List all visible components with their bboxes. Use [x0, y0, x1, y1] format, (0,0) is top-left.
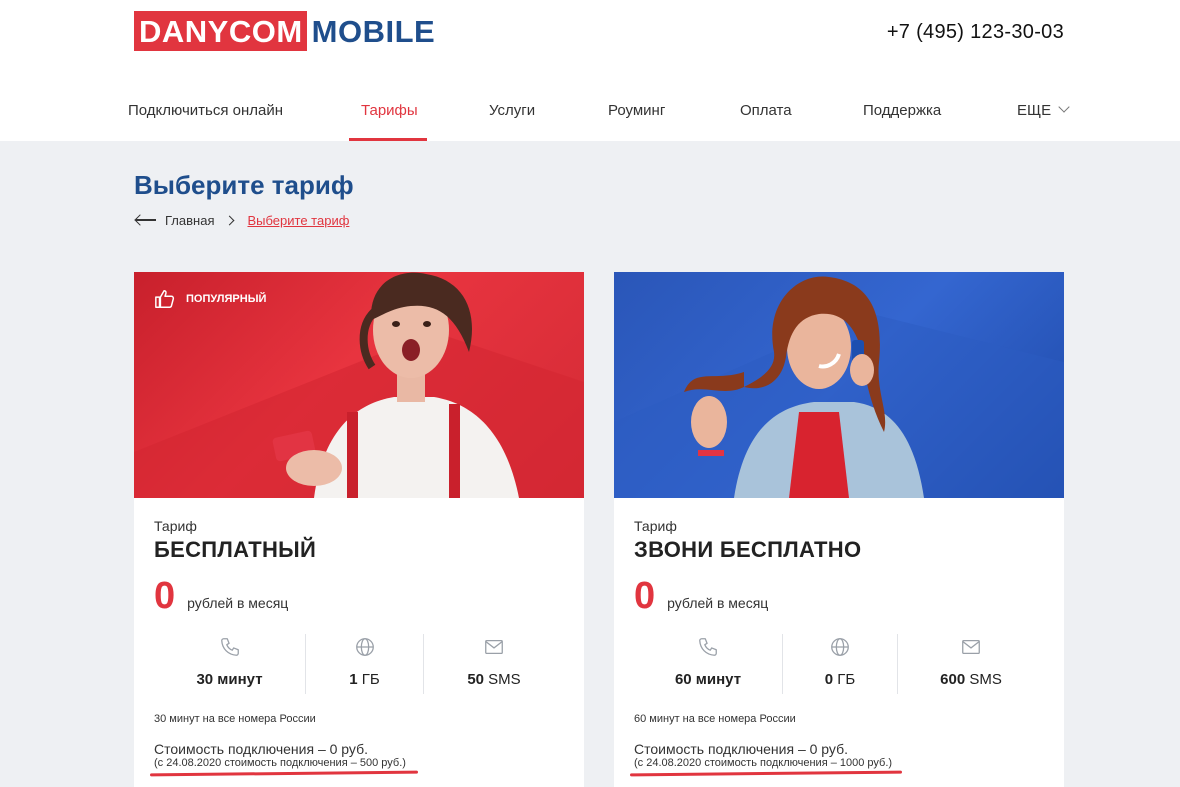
globe-icon: [831, 638, 849, 656]
tariff-note: 60 минут на все номера России: [634, 713, 796, 725]
mail-icon: [485, 639, 503, 655]
breadcrumb-home[interactable]: Главная: [165, 213, 214, 228]
minutes-value: 30: [196, 671, 214, 688]
connection-cost-note: (с 24.08.2020 стоимость подключения – 10…: [634, 757, 893, 769]
sms-unit: SMS: [969, 671, 1002, 688]
tariff-name: ЗВОНИ БЕСПЛАТНО: [634, 537, 862, 562]
feature-value: 0 ГБ: [783, 671, 897, 688]
connection-cost: Стоимость подключения – 0 руб.: [154, 741, 368, 757]
price-unit: рублей в месяц: [187, 595, 289, 611]
woman-on-phone-photo: [614, 276, 1064, 498]
breadcrumb-current[interactable]: Выберите тариф: [247, 213, 349, 228]
gb-value: 0: [824, 671, 834, 688]
tariff-card-image: ПОПУЛЯРНЫЙ: [134, 272, 584, 498]
gb-value: 1: [349, 671, 358, 688]
feature-value: 600 SMS: [898, 671, 1044, 688]
main-nav: Подключиться онлайн Тарифы Услуги Роумин…: [0, 86, 1180, 141]
chevron-down-icon: [1058, 101, 1070, 113]
page-title: Выберите тариф: [134, 170, 354, 200]
sms-unit: SMS: [488, 671, 521, 688]
tariff-features: 30 минут 1 ГБ 50 SMS: [154, 634, 564, 694]
feature-minutes: 60 минут: [634, 634, 782, 694]
popular-badge: ПОПУЛЯРНЫЙ: [154, 288, 266, 310]
nav-payment[interactable]: Оплата: [740, 102, 792, 119]
connection-cost-note: (с 24.08.2020 стоимость подключения – 50…: [154, 757, 406, 769]
feature-value: 30 минут: [154, 671, 305, 688]
tariff-card-image: [614, 272, 1064, 498]
minutes-unit: минут: [217, 671, 263, 688]
site-header: DANYCOM MOBILE +7 (495) 123-30-03 Подклю…: [0, 0, 1180, 141]
tariff-label: Тариф: [634, 518, 677, 534]
gb-unit: ГБ: [361, 671, 380, 688]
phone-number[interactable]: +7 (495) 123-30-03: [887, 21, 1064, 44]
feature-internet: 1 ГБ: [305, 634, 423, 694]
price-unit: рублей в месяц: [667, 595, 769, 611]
highlight-underline: [629, 770, 903, 777]
sms-value: 50: [467, 671, 484, 688]
tariff-price: 0 рублей в месяц: [634, 575, 768, 618]
phone-icon: [220, 638, 239, 656]
feature-internet: 0 ГБ: [782, 634, 897, 694]
minutes-value: 60: [674, 671, 692, 688]
connection-cost: Стоимость подключения – 0 руб.: [634, 741, 848, 757]
feature-value: 50 SMS: [424, 671, 564, 688]
price-value: 0: [154, 575, 176, 617]
nav-roaming[interactable]: Роуминг: [608, 102, 665, 119]
sms-value: 600: [940, 671, 966, 688]
popular-badge-label: ПОПУЛЯРНЫЙ: [186, 293, 267, 305]
logo-right: MOBILE: [311, 14, 436, 49]
tariff-label: Тариф: [154, 518, 197, 534]
tariff-name: БЕСПЛАТНЫЙ: [154, 537, 317, 562]
nav-more-label: ЕЩЕ: [1017, 102, 1052, 119]
thumbs-up-icon: [155, 290, 175, 308]
breadcrumb: Главная Выберите тариф: [134, 211, 349, 229]
tariff-price: 0 рублей в месяц: [154, 575, 288, 618]
tariff-note: 30 минут на все номера России: [154, 713, 316, 725]
tariff-card[interactable]: ПОПУЛЯРНЫЙ Тариф БЕСПЛАТНЫЙ 0 рублей в м…: [134, 272, 584, 787]
nav-more[interactable]: ЕЩЕ: [1017, 101, 1070, 119]
feature-value: 1 ГБ: [306, 671, 423, 688]
feature-minutes: 30 минут: [154, 634, 305, 694]
nav-services[interactable]: Услуги: [489, 102, 535, 119]
logo[interactable]: DANYCOM MOBILE: [134, 11, 435, 51]
feature-value: 60 минут: [634, 671, 782, 688]
nav-tariffs[interactable]: Тарифы: [361, 102, 418, 119]
chevron-right-icon: [225, 215, 235, 225]
back-arrow-icon[interactable]: [134, 213, 156, 227]
feature-sms: 600 SMS: [897, 634, 1044, 694]
nav-support[interactable]: Поддержка: [863, 102, 941, 119]
active-tab-indicator: [349, 138, 427, 141]
highlight-underline: [149, 770, 419, 777]
feature-sms: 50 SMS: [423, 634, 564, 694]
minutes-unit: минут: [695, 671, 742, 688]
logo-left: DANYCOM: [134, 11, 307, 51]
nav-connect-online[interactable]: Подключиться онлайн: [128, 102, 283, 119]
globe-icon: [355, 638, 374, 656]
tariff-card[interactable]: Тариф ЗВОНИ БЕСПЛАТНО 0 рублей в месяц 6…: [614, 272, 1064, 787]
price-value: 0: [634, 575, 656, 617]
mail-icon: [962, 639, 980, 655]
gb-unit: ГБ: [837, 671, 856, 688]
phone-icon: [699, 638, 717, 656]
tariff-features: 60 минут 0 ГБ 600 SMS: [634, 634, 1044, 694]
